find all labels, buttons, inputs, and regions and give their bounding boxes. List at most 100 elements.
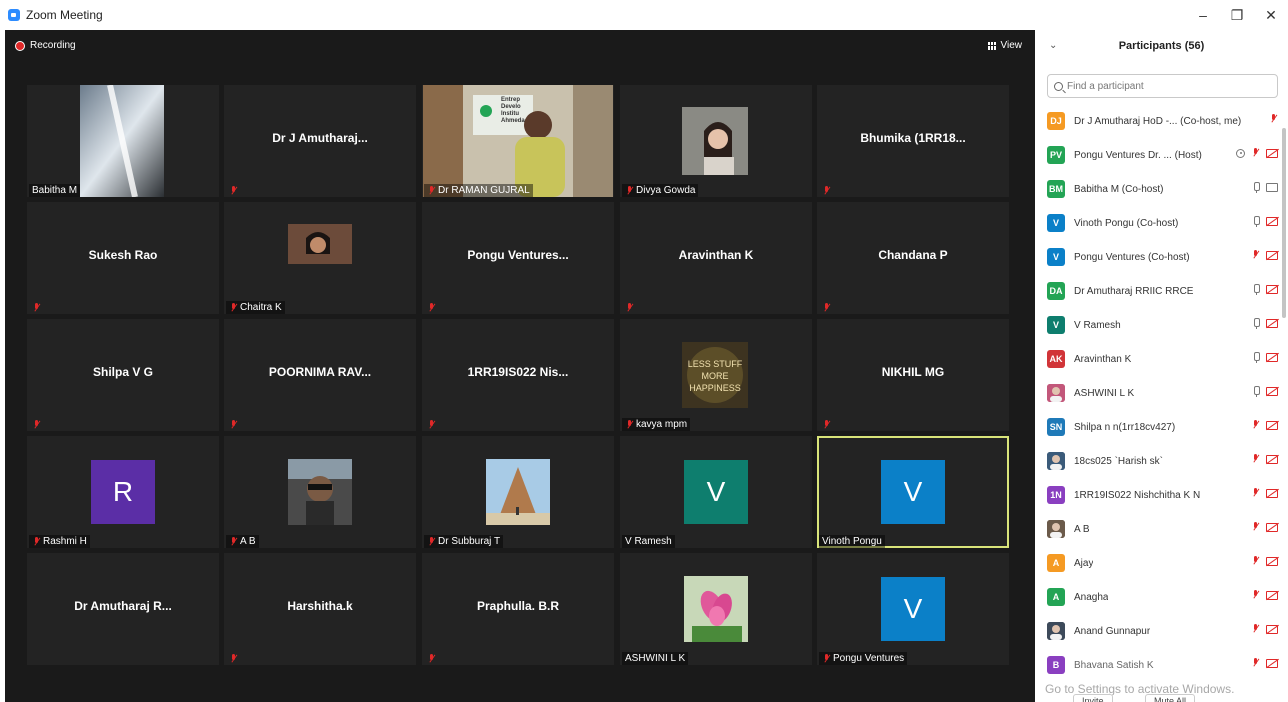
camera-video: Entrep Develo Institu Ahmeda xyxy=(423,85,613,197)
video-tile[interactable]: Sukesh Rao xyxy=(27,202,219,314)
view-button[interactable]: View xyxy=(987,40,1022,51)
video-tile[interactable]: Entrep Develo Institu Ahmeda Dr RAMAN GUJRAL xyxy=(422,85,614,197)
avatar: PV xyxy=(1047,146,1065,164)
participant-row[interactable]: 1N 1RR19IS022 Nishchitha K N xyxy=(1047,478,1278,512)
video-off-icon xyxy=(1266,454,1278,464)
participant-search[interactable] xyxy=(1047,74,1278,98)
video-tile[interactable]: V Pongu Ventures xyxy=(817,553,1009,665)
avatar: DJ xyxy=(1047,112,1065,130)
video-tile[interactable]: LESS STUFF MORE HAPPINESS kavya mpm xyxy=(620,319,812,431)
video-tile[interactable]: V V Ramesh xyxy=(620,436,812,548)
profile-picture xyxy=(682,107,748,175)
avatar: V xyxy=(1047,316,1065,334)
video-tile[interactable]: Dr J Amutharaj... xyxy=(224,85,416,197)
mic-muted-icon xyxy=(1251,624,1260,634)
mic-muted-icon xyxy=(32,536,41,547)
microphone-icon xyxy=(1252,284,1260,295)
participant-row[interactable]: Anand Gunnapur xyxy=(1047,614,1278,648)
microphone-icon xyxy=(1252,318,1260,329)
tile-caption xyxy=(226,652,241,665)
chevron-down-icon[interactable]: ⌄ xyxy=(1049,40,1057,51)
scrollbar[interactable] xyxy=(1282,128,1286,318)
participant-row[interactable]: A Anagha xyxy=(1047,580,1278,614)
video-tile[interactable]: Harshitha.k xyxy=(224,553,416,665)
video-off-icon xyxy=(1266,590,1278,600)
participant-row[interactable]: A Ajay xyxy=(1047,546,1278,580)
participant-name: Dr Amutharaj RRIIC RRCE xyxy=(1074,285,1194,297)
video-tile[interactable]: R Rashmi H xyxy=(27,436,219,548)
tile-participant-name: Pongu Ventures... xyxy=(467,248,569,262)
participant-row[interactable]: BM Babitha M (Co-host) xyxy=(1047,172,1278,206)
tile-caption-name: Vinoth Pongu xyxy=(822,536,882,547)
video-off-icon xyxy=(1266,319,1278,328)
avatar: V xyxy=(1047,248,1065,266)
sign-text: Entrep Develo Institu Ahmeda xyxy=(501,97,525,124)
video-off-icon xyxy=(1266,250,1278,260)
video-tile[interactable]: Aravinthan K xyxy=(620,202,812,314)
video-tile[interactable]: ASHWINI L K xyxy=(620,553,812,665)
video-tile[interactable]: Dr Subburaj T xyxy=(422,436,614,548)
mic-muted-icon xyxy=(1251,522,1260,532)
search-input[interactable] xyxy=(1067,80,1267,92)
video-tile[interactable]: Bhumika (1RR18... xyxy=(817,85,1009,197)
video-off-icon xyxy=(1266,353,1278,362)
video-tile[interactable]: Chandana P xyxy=(817,202,1009,314)
invite-button[interactable]: Invite xyxy=(1073,694,1113,702)
video-off-icon xyxy=(1266,556,1278,566)
mic-muted-icon xyxy=(427,536,436,547)
participants-panel: ⌄ Participants (56) DJ Dr J Amutharaj HoD… xyxy=(1035,30,1288,702)
mute-all-button[interactable]: Mute All xyxy=(1145,694,1196,702)
participant-name: Dr J Amutharaj HoD -... (Co-host, me) xyxy=(1074,115,1242,127)
participant-row[interactable]: B Bhavana Satish K xyxy=(1047,648,1278,682)
video-tile[interactable]: POORNIMA RAV... xyxy=(224,319,416,431)
avatar: B xyxy=(1047,656,1065,674)
close-button[interactable]: ✕ xyxy=(1254,0,1288,30)
mic-muted-icon xyxy=(1251,590,1260,600)
participant-name: 1RR19IS022 Nishchitha K N xyxy=(1074,489,1201,501)
video-tile[interactable]: Chaitra K xyxy=(224,202,416,314)
video-tile[interactable]: Shilpa V G xyxy=(27,319,219,431)
video-tile[interactable]: 1RR19IS022 Nis... xyxy=(422,319,614,431)
avatar: A xyxy=(1047,588,1065,606)
video-tile[interactable]: NIKHIL MG xyxy=(817,319,1009,431)
video-tile[interactable]: Divya Gowda xyxy=(620,85,812,197)
tile-caption: V Ramesh xyxy=(622,535,675,548)
video-tile[interactable]: V Vinoth Pongu xyxy=(817,436,1009,548)
participant-row[interactable]: PV Pongu Ventures Dr. ... (Host) xyxy=(1047,138,1278,172)
participant-row[interactable]: ASHWINI L K xyxy=(1047,376,1278,410)
mic-muted-icon xyxy=(1251,420,1260,430)
restore-button[interactable]: ❐ xyxy=(1220,0,1254,30)
tile-caption-name: Divya Gowda xyxy=(636,185,696,196)
participant-row[interactable]: V V Ramesh xyxy=(1047,308,1278,342)
video-tile[interactable]: Praphulla. B.R xyxy=(422,553,614,665)
video-tile[interactable]: A B xyxy=(224,436,416,548)
participant-row[interactable]: 18cs025 `Harish sk` xyxy=(1047,444,1278,478)
avatar: A xyxy=(1047,554,1065,572)
participant-row[interactable]: V Pongu Ventures (Co-host) xyxy=(1047,240,1278,274)
tile-caption: kavya mpm xyxy=(622,418,691,431)
mic-muted-icon xyxy=(625,302,634,313)
video-tile[interactable]: Pongu Ventures... xyxy=(422,202,614,314)
video-off-icon xyxy=(1266,148,1278,158)
participant-name: Bhavana Satish K xyxy=(1074,659,1154,671)
participant-row[interactable]: A B xyxy=(1047,512,1278,546)
search-icon xyxy=(1054,81,1063,91)
recording-indicator[interactable]: Recording xyxy=(15,40,76,51)
participant-row[interactable]: V Vinoth Pongu (Co-host) xyxy=(1047,206,1278,240)
mic-muted-icon xyxy=(229,302,238,313)
tile-participant-name: Dr J Amutharaj... xyxy=(272,131,368,145)
tile-caption xyxy=(226,184,241,197)
participant-row[interactable]: DA Dr Amutharaj RRIIC RRCE xyxy=(1047,274,1278,308)
participant-row[interactable]: AK Aravinthan K xyxy=(1047,342,1278,376)
participants-title: Participants (56) xyxy=(1118,40,1205,52)
participant-row[interactable]: DJ Dr J Amutharaj HoD -... (Co-host, me) xyxy=(1047,104,1278,138)
record-icon xyxy=(15,40,25,51)
tile-caption-name: Dr Subburaj T xyxy=(438,536,501,547)
participant-list: DJ Dr J Amutharaj HoD -... (Co-host, me) P… xyxy=(1047,104,1278,682)
participant-row[interactable]: SN Shilpa n n(1rr18cv427) xyxy=(1047,410,1278,444)
minimize-button[interactable]: – xyxy=(1186,0,1220,30)
avatar: BM xyxy=(1047,180,1065,198)
video-gallery: Recording View Babitha M Dr J Amutharaj..… xyxy=(5,30,1035,702)
video-tile[interactable]: Dr Amutharaj R... xyxy=(27,553,219,665)
video-tile[interactable]: Babitha M xyxy=(27,85,219,197)
